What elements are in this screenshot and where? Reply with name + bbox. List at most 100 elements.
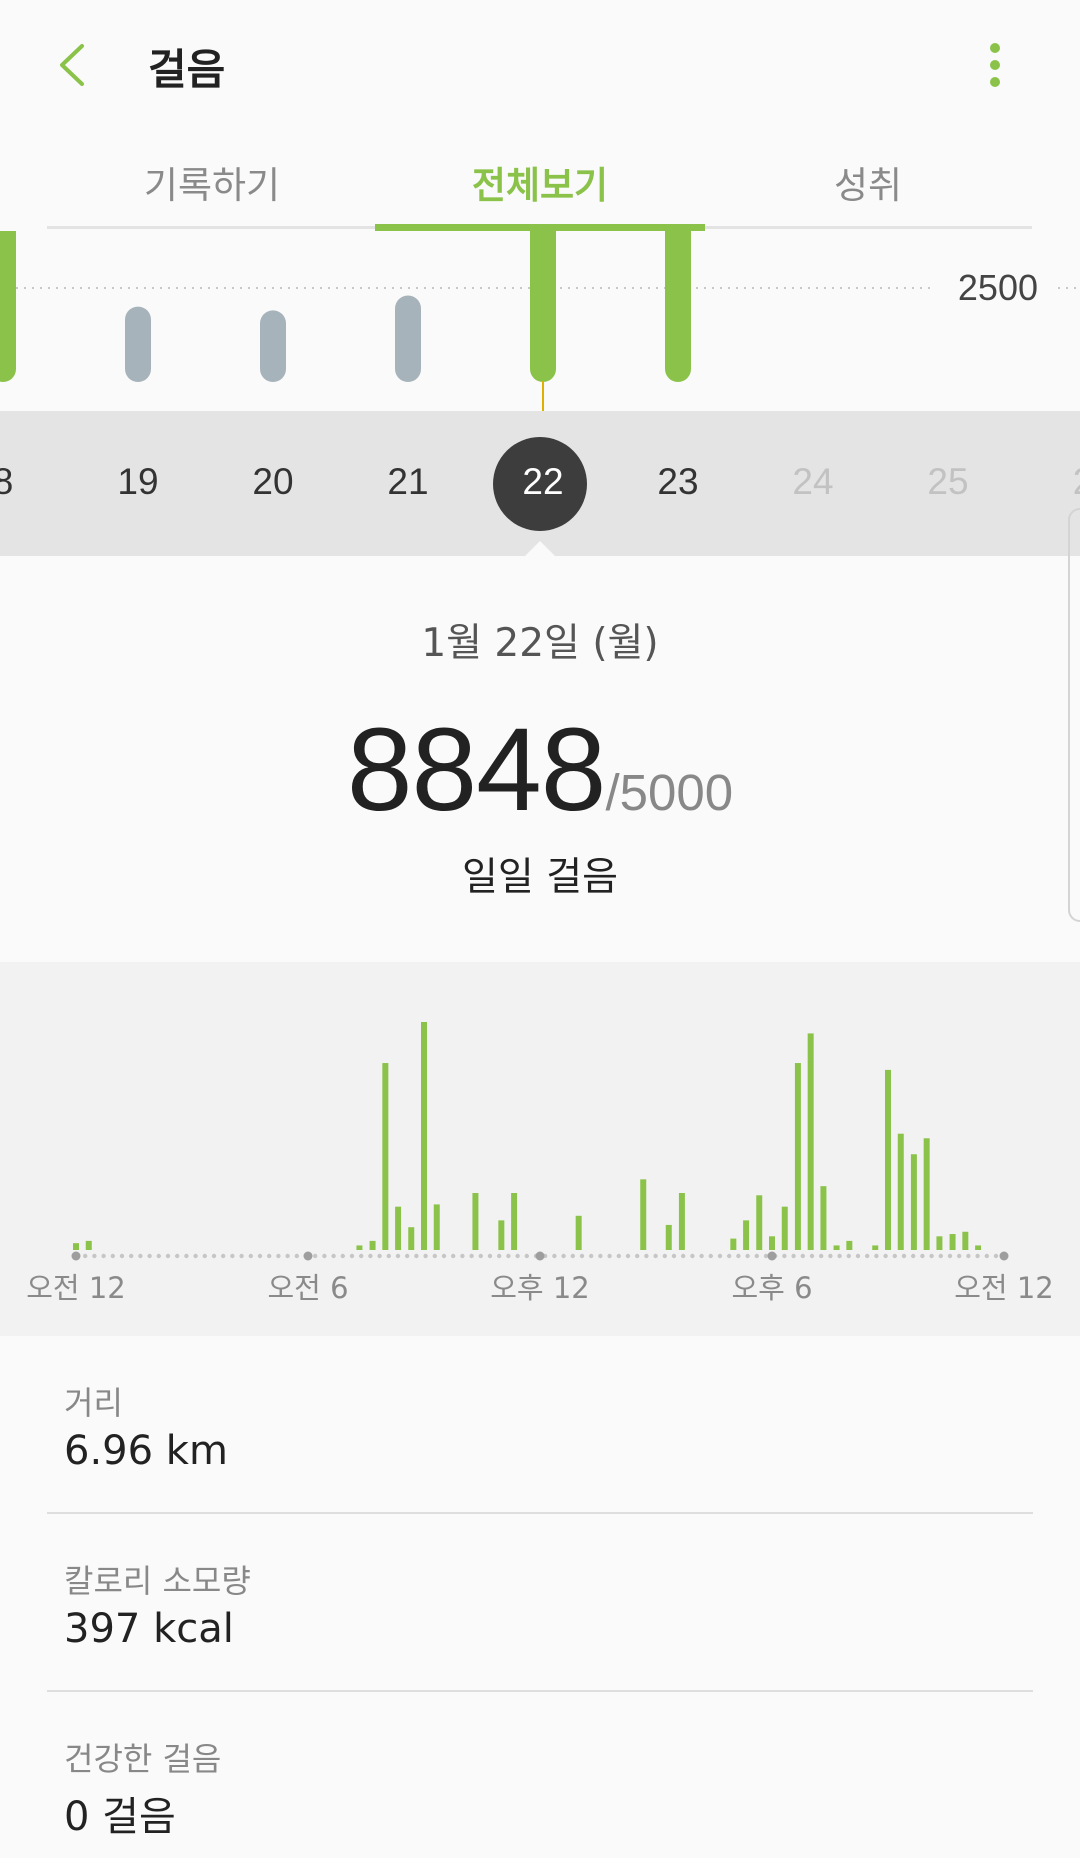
x-tick-label: 오후 12 — [490, 1271, 589, 1305]
goal-line-label: 2500 — [958, 267, 1038, 308]
more-options-icon[interactable] — [975, 40, 1015, 90]
axis-major-dot — [303, 1251, 313, 1261]
axis-dot — [911, 1253, 916, 1259]
axis-dot — [662, 1253, 667, 1259]
axis-dot — [230, 1253, 235, 1259]
axis-dot — [579, 1253, 585, 1259]
hourly-bar — [885, 1069, 891, 1250]
axis-dot — [644, 1253, 649, 1259]
axis-dot — [920, 1253, 925, 1259]
axis-dot — [524, 1253, 529, 1259]
axis-dot — [414, 1253, 419, 1259]
axis-dot — [147, 1253, 152, 1259]
axis-dot — [855, 1253, 861, 1259]
hourly-bar — [472, 1193, 479, 1250]
axis-dot — [377, 1253, 382, 1259]
divider — [47, 1690, 1033, 1692]
axis-dot — [975, 1253, 980, 1259]
hourly-bar — [872, 1245, 879, 1250]
axis-dot — [92, 1253, 97, 1259]
day-label[interactable]: 8 — [0, 461, 43, 503]
axis-dot — [901, 1253, 907, 1259]
axis-dot — [469, 1253, 474, 1259]
hourly-bar — [807, 1033, 814, 1250]
axis-dot — [368, 1253, 373, 1259]
axis-dot — [607, 1253, 612, 1259]
axis-dot — [782, 1253, 787, 1259]
hourly-bar — [769, 1236, 775, 1250]
axis-dot — [625, 1253, 631, 1259]
axis-dot — [984, 1253, 989, 1259]
axis-dot — [800, 1253, 805, 1259]
axis-dot — [349, 1253, 355, 1259]
hourly-bar — [781, 1206, 788, 1250]
hourly-bar — [665, 1224, 672, 1250]
axis-dot — [202, 1253, 207, 1259]
hourly-bar — [923, 1138, 930, 1250]
axis-dot — [239, 1253, 244, 1259]
axis-dot — [616, 1253, 621, 1259]
day-label[interactable]: 23 — [638, 461, 718, 503]
hourly-bar — [962, 1231, 969, 1250]
axis-dot — [211, 1253, 217, 1259]
day-label[interactable]: 20 — [233, 461, 313, 503]
axis-dot — [156, 1253, 161, 1259]
hourly-bar — [833, 1245, 840, 1250]
calories-label: 칼로리 소모량 — [64, 1562, 251, 1600]
day-label[interactable]: 21 — [368, 461, 448, 503]
day-label[interactable]: 19 — [98, 461, 178, 503]
hourly-bar — [756, 1195, 763, 1250]
hourly-bar — [511, 1193, 518, 1250]
axis-dot — [506, 1253, 511, 1259]
axis-major-dot — [767, 1251, 777, 1261]
tab-record[interactable]: 기록하기 — [47, 155, 377, 207]
axis-dot — [966, 1253, 971, 1259]
day-label[interactable]: 22 — [503, 461, 583, 503]
axis-dot — [938, 1253, 943, 1259]
x-tick-label: 오전 12 — [954, 1271, 1053, 1305]
axis-dot — [598, 1253, 603, 1259]
hourly-bar — [498, 1220, 505, 1250]
day-label: 2 — [1043, 461, 1080, 503]
axis-dot — [809, 1253, 815, 1259]
axis-dot — [947, 1253, 953, 1259]
hourly-bar — [678, 1193, 685, 1250]
hourly-bar — [936, 1236, 943, 1250]
axis-dot — [717, 1253, 723, 1259]
axis-major-dot — [71, 1251, 81, 1261]
axis-dot — [101, 1253, 106, 1259]
axis-dot — [570, 1253, 575, 1259]
hourly-bar — [73, 1243, 79, 1250]
hourly-bar — [743, 1220, 750, 1250]
hourly-bar — [356, 1245, 363, 1250]
axis-dot — [423, 1253, 428, 1259]
axis-dot — [791, 1253, 796, 1259]
divider — [47, 1512, 1033, 1514]
distance-label: 거리 — [64, 1384, 123, 1422]
axis-dot — [552, 1253, 557, 1259]
axis-dot — [478, 1253, 483, 1259]
tab-overview[interactable]: 전체보기 — [375, 155, 705, 207]
axis-dot — [745, 1253, 750, 1259]
axis-dot — [671, 1253, 677, 1259]
hourly-bar — [949, 1234, 956, 1250]
hourly-bar — [369, 1240, 376, 1250]
axis-dot — [828, 1253, 833, 1259]
x-tick-label: 오후 6 — [731, 1271, 812, 1305]
axis-dot — [221, 1253, 226, 1259]
hourly-bar — [794, 1063, 801, 1250]
axis-dot — [635, 1253, 640, 1259]
axis-dot — [359, 1253, 364, 1259]
hourly-bar — [640, 1179, 647, 1250]
calories-value: 397 kcal — [64, 1606, 234, 1652]
daily-steps-chart[interactable]: 2500 — [0, 231, 1080, 411]
day-labels: 8 19 20 21 22 23 24 25 2 — [0, 411, 1080, 556]
axis-dot — [561, 1253, 566, 1259]
axis-dot — [257, 1253, 263, 1259]
back-arrow-icon[interactable] — [52, 40, 92, 90]
tab-achievements[interactable]: 성취 — [703, 155, 1033, 207]
hourly-bar — [820, 1186, 827, 1250]
axis-dot — [138, 1253, 143, 1259]
tab-active-indicator — [375, 224, 705, 231]
axis-dot — [487, 1253, 493, 1259]
